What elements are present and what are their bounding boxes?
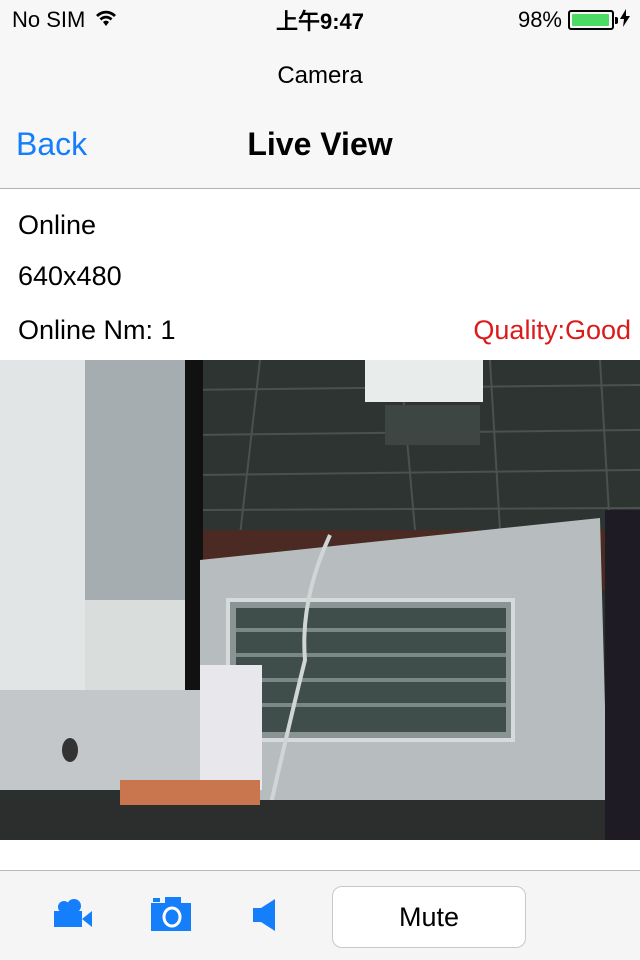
live-video-feed[interactable] <box>0 360 640 840</box>
battery-percent: 98% <box>517 7 562 32</box>
quality-label: Quality:Good <box>473 315 631 345</box>
info-panel: Online 640x480 Online Nm: 1 Quality:Good <box>0 190 640 360</box>
video-camera-icon[interactable] <box>52 899 94 934</box>
camera-icon[interactable] <box>151 895 193 938</box>
navigation-bar: Camera Back Live View <box>0 40 640 189</box>
mute-button[interactable]: Mute <box>332 886 526 948</box>
wifi-icon <box>95 7 117 33</box>
resolution-label: 640x480 <box>18 261 122 291</box>
connection-status: Online <box>18 210 97 240</box>
battery-tip <box>615 17 618 24</box>
online-count: Online Nm: 1 <box>18 315 176 345</box>
carrier-label: No SIM <box>12 7 86 32</box>
battery-fill <box>572 14 610 26</box>
speaker-icon[interactable] <box>251 897 277 938</box>
status-bar: No SIM 上午9:47 98% <box>0 0 640 40</box>
nav-subtitle: Camera <box>277 62 363 89</box>
back-button[interactable]: Back <box>16 126 87 163</box>
page-title: Live View <box>247 126 393 162</box>
bottom-toolbar: Mute <box>0 870 640 960</box>
battery-icon <box>568 10 618 30</box>
charging-bolt-icon <box>620 7 630 33</box>
video-frame <box>0 360 640 840</box>
